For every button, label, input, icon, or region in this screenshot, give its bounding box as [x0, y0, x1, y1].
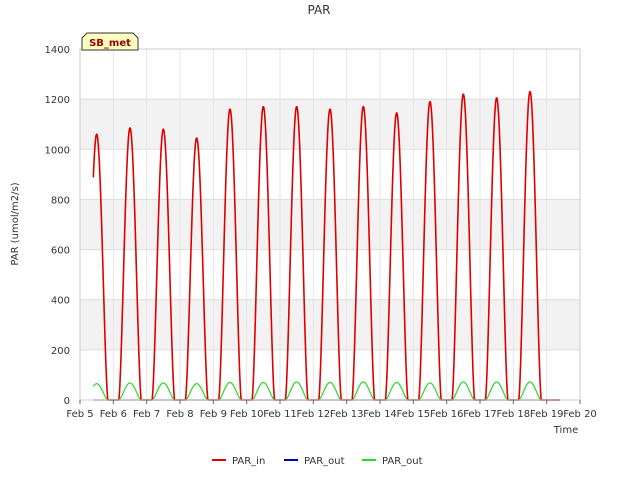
chart-title: PAR — [307, 3, 330, 17]
y-axis-label: PAR (umol/m2/s) — [10, 182, 21, 265]
x-tick-label: Feb 7 — [133, 409, 160, 420]
x-tick-label: Feb 10 — [230, 409, 264, 420]
x-tick-labels: Feb 5 Feb 6 Feb 7 Feb 8 Feb 9 Feb 10 Feb 11 Feb… — [66, 400, 597, 420]
y-tick-label: 600 — [51, 246, 70, 257]
legend-label-1: PAR_out — [304, 456, 345, 467]
x-tick-label: Feb 19 — [530, 409, 564, 420]
x-tick-label: Feb 8 — [166, 409, 193, 420]
band-600 — [80, 199, 580, 250]
y-tick-label: 1400 — [45, 45, 70, 56]
band-1000 — [80, 99, 580, 150]
annotation-box: SB_met — [81, 32, 139, 51]
x-tick-label: Feb 13 — [330, 409, 364, 420]
legend-label-0: PAR_in — [232, 456, 265, 467]
y-tick-label: 1000 — [45, 145, 70, 156]
x-tick-label: Feb 6 — [100, 409, 127, 420]
x-tick-label: Feb 17 — [463, 409, 497, 420]
x-tick-label: Feb 5 — [66, 409, 93, 420]
x-tick-label: Feb 9 — [200, 409, 227, 420]
y-tick-label: 800 — [51, 195, 70, 206]
x-axis-label: Time — [553, 425, 578, 436]
x-tick-label: Feb 16 — [430, 409, 464, 420]
y-tick-label: 1200 — [45, 95, 70, 106]
x-tick-label: Feb 20 — [563, 409, 597, 420]
par-chart: PAR 0 200 400 600 800 1000 1200 1400 Feb 5 Feb 6… — [10, 3, 597, 467]
x-tick-label: Feb 18 — [497, 409, 531, 420]
x-tick-label: Feb 15 — [397, 409, 431, 420]
x-tick-label: Feb 14 — [363, 409, 397, 420]
x-tick-label: Feb 12 — [297, 409, 331, 420]
legend: PAR_in PAR_out PAR_out — [212, 456, 423, 467]
legend-label-2: PAR_out — [382, 456, 423, 467]
x-tick-label: Feb 11 — [263, 409, 297, 420]
annotation-label: SB_met — [89, 38, 131, 49]
y-tick-labels: 0 200 400 600 800 1000 1200 1400 — [45, 45, 70, 407]
series-line-2 — [92, 381, 561, 401]
y-tick-label: 0 — [64, 396, 70, 407]
y-tick-label: 200 — [51, 346, 70, 357]
y-tick-label: 400 — [51, 296, 70, 307]
